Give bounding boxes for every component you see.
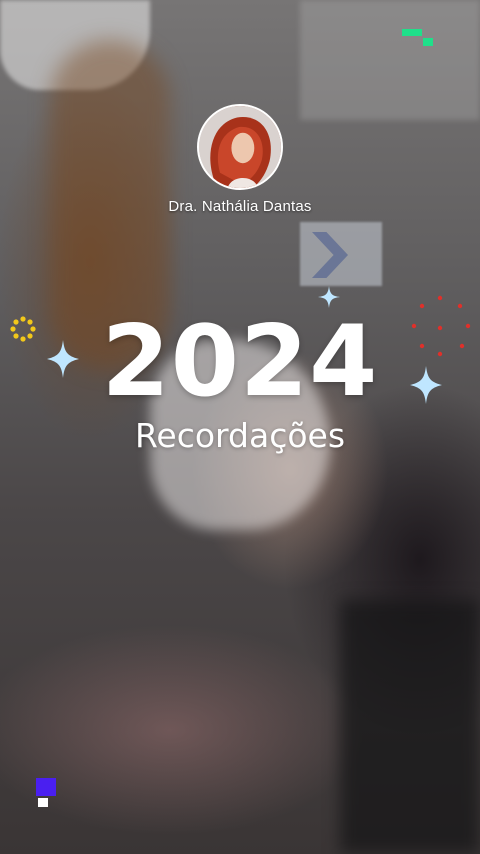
background-photo-seat [340, 600, 480, 854]
background-photo-box-logo [312, 232, 348, 278]
background-photo-box [300, 222, 382, 286]
story-subtitle: Recordações [134, 416, 346, 455]
profile-name: Dra. Nathália Dantas [168, 198, 312, 215]
story-screen[interactable]: Dra. Nathália Dantas 2024 Recordações [0, 0, 480, 854]
background-photo-cabinet [300, 0, 480, 120]
avatar-portrait-icon [199, 106, 281, 188]
progress-marks-icon [402, 29, 433, 46]
profile-avatar[interactable] [197, 104, 283, 190]
background-photo-mask [0, 0, 150, 90]
story-year-title: 2024 [101, 305, 379, 419]
pixel-marks-icon [36, 778, 56, 807]
